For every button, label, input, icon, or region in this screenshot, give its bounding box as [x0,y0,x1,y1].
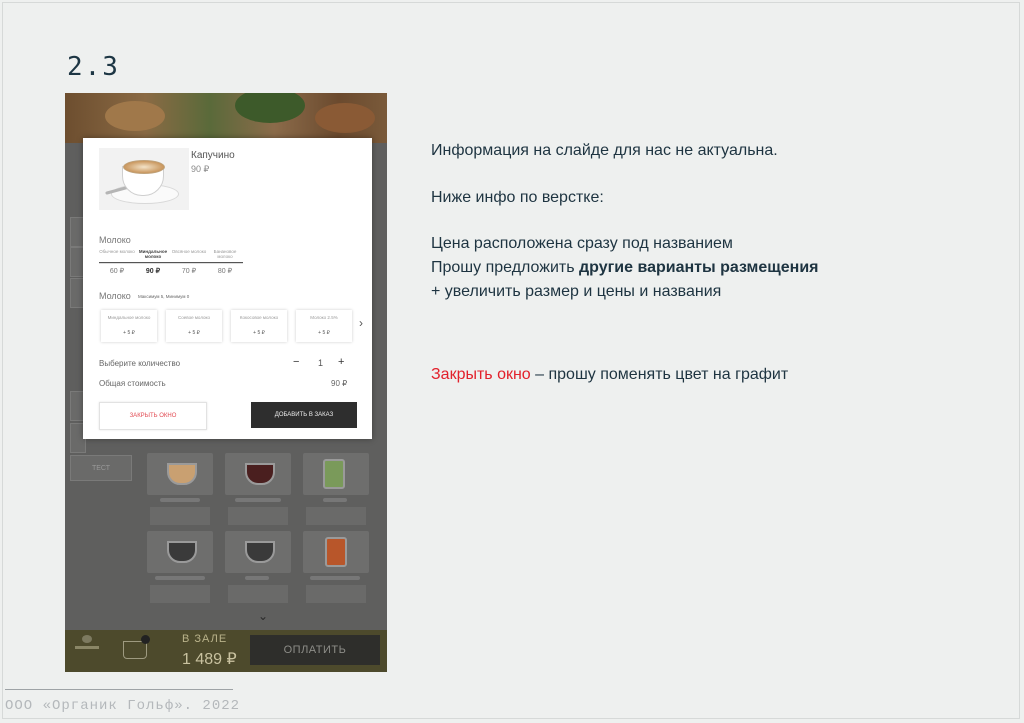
product-name: Капучино [191,150,235,161]
quantity-minus-button[interactable]: − [293,356,299,368]
milk-option[interactable]: Овсяное молоко 70 ₽ [171,249,207,275]
extra-option-card[interactable]: Кокосовое молоко + 5 ₽ [231,310,287,342]
dim-product-card [303,453,369,495]
product-image [99,148,189,210]
footer-divider [5,689,233,690]
chevron-down-icon: ⌄ [258,609,269,623]
total-label: Общая стоимость [99,379,166,388]
pay-button[interactable]: ОПЛАТИТЬ [250,635,380,665]
dim-product-card [147,531,213,573]
extra-option-card[interactable]: Миндальное молоко + 5 ₽ [101,310,157,342]
extra-limits: Максимум 5, Минимум 0 [138,294,190,299]
food-photo-banner [65,93,387,143]
note-line-6: Закрыть окно – прошу поменять цвет на гр… [431,366,789,383]
milk-option-selected[interactable]: Миндальное молоко 90 ₽ [135,249,171,275]
total-value: 90 ₽ [331,379,348,388]
product-price: 90 ₽ [191,164,210,174]
chevron-right-icon[interactable]: › [359,316,363,330]
extra-heading: Молоко [99,291,131,301]
slide-number: 2.3 [67,52,120,82]
note-line-1: Информация на слайде для нас не актуальн… [431,142,778,159]
product-modal: Капучино 90 ₽ Молоко Обычное молоко 60 ₽… [83,138,372,439]
dim-test-button: ТЕСТ [70,455,132,481]
extra-option-card[interactable]: Соевое молоко + 5 ₽ [166,310,222,342]
extra-option-card[interactable]: Молоко 2.5% + 5 ₽ [296,310,352,342]
basket-badge [141,635,150,644]
logo-icon [82,635,92,643]
dim-product-card [147,453,213,495]
hall-label: В ЗАЛЕ [182,633,228,645]
footer-copyright: ООО «Органик Гольф». 2022 [5,698,241,714]
dim-product-card [225,453,291,495]
dim-product-card [225,531,291,573]
note-line-2: Ниже инфо по верстке: [431,189,604,206]
note-line-3: Цена расположена сразу под названием [431,235,733,252]
note-line-5: + увеличить размер и цены и названия [431,283,722,300]
hall-sum: 1 489 ₽ [182,651,237,668]
quantity-label: Выберите количество [99,359,181,368]
quantity-value: 1 [318,358,324,368]
milk-option[interactable]: Банановое молоко 80 ₽ [207,249,243,275]
phone-screenshot: ТЕСТ ⌄ В ЗАЛЕ 1 489 ₽ ОПЛАТИТЬ Капучино … [65,93,387,672]
dim-product-card [303,531,369,573]
quantity-plus-button[interactable]: + [338,356,344,368]
add-to-order-button[interactable]: ДОБАВИТЬ В ЗАКАЗ [251,402,357,428]
note-line-4: Прошу предложить другие варианты размеще… [431,259,819,276]
milk-heading: Молоко [99,235,131,245]
milk-option[interactable]: Обычное молоко 60 ₽ [99,249,135,275]
close-window-button[interactable]: ЗАКРЫТЬ ОКНО [99,402,207,430]
